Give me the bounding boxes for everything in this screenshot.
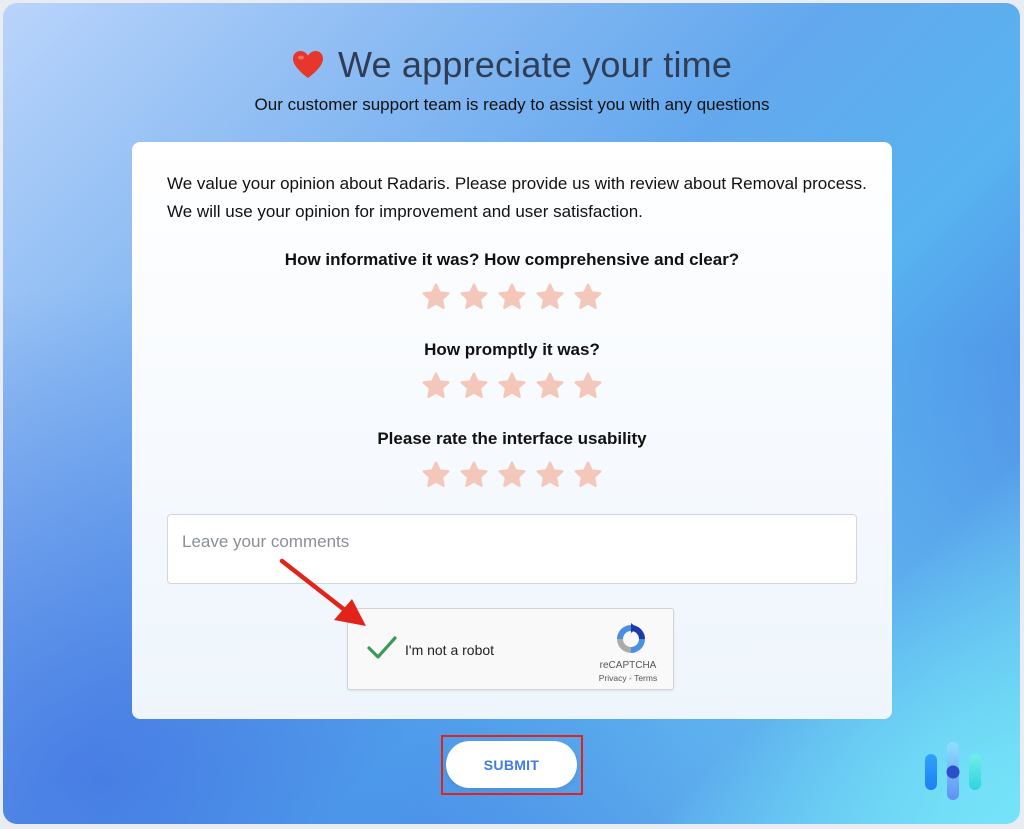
star-icon[interactable]	[497, 371, 527, 401]
brand-logo-icon	[925, 742, 981, 800]
submit-button[interactable]: SUBMIT	[446, 741, 577, 788]
question-usability: Please rate the interface usability	[377, 429, 647, 448]
heart-icon	[292, 51, 323, 78]
star-icon[interactable]	[459, 460, 489, 490]
review-form-card: We value your opinion about Radaris. Ple…	[132, 142, 892, 719]
annotation-arrow-icon	[279, 558, 366, 626]
page-title: We appreciate your time	[337, 44, 733, 85]
star-icon[interactable]	[497, 460, 527, 490]
star-rating-promptness[interactable]	[132, 371, 892, 401]
star-icon[interactable]	[573, 460, 603, 490]
comments-input[interactable]	[167, 514, 857, 584]
star-icon[interactable]	[535, 282, 565, 312]
recaptcha-privacy-terms-links[interactable]: Privacy - Terms	[588, 673, 668, 683]
recaptcha-checkbox-checked-icon[interactable]	[366, 635, 398, 661]
recaptcha-logo-icon	[617, 623, 645, 653]
star-icon[interactable]	[459, 282, 489, 312]
star-icon[interactable]	[573, 282, 603, 312]
page-subtitle: Our customer support team is ready to as…	[254, 95, 770, 114]
star-rating-informative[interactable]	[132, 282, 892, 312]
star-icon[interactable]	[421, 371, 451, 401]
question-promptness: How promptly it was?	[424, 340, 600, 359]
star-icon[interactable]	[573, 371, 603, 401]
form-intro-text: We value your opinion about Radaris. Ple…	[167, 174, 867, 221]
question-informative: How informative it was? How comprehensiv…	[284, 250, 740, 269]
star-rating-usability[interactable]	[132, 460, 892, 490]
header: We appreciate your time	[0, 40, 1024, 90]
star-icon[interactable]	[535, 460, 565, 490]
recaptcha-brand-text: reCAPTCHA	[599, 660, 657, 671]
star-icon[interactable]	[421, 282, 451, 312]
recaptcha-widget: I'm not a robot reCAPTCHA Privacy - Term…	[347, 608, 674, 690]
star-icon[interactable]	[497, 282, 527, 312]
star-icon[interactable]	[535, 371, 565, 401]
recaptcha-label: I'm not a robot	[405, 642, 495, 658]
star-icon[interactable]	[421, 460, 451, 490]
star-icon[interactable]	[459, 371, 489, 401]
